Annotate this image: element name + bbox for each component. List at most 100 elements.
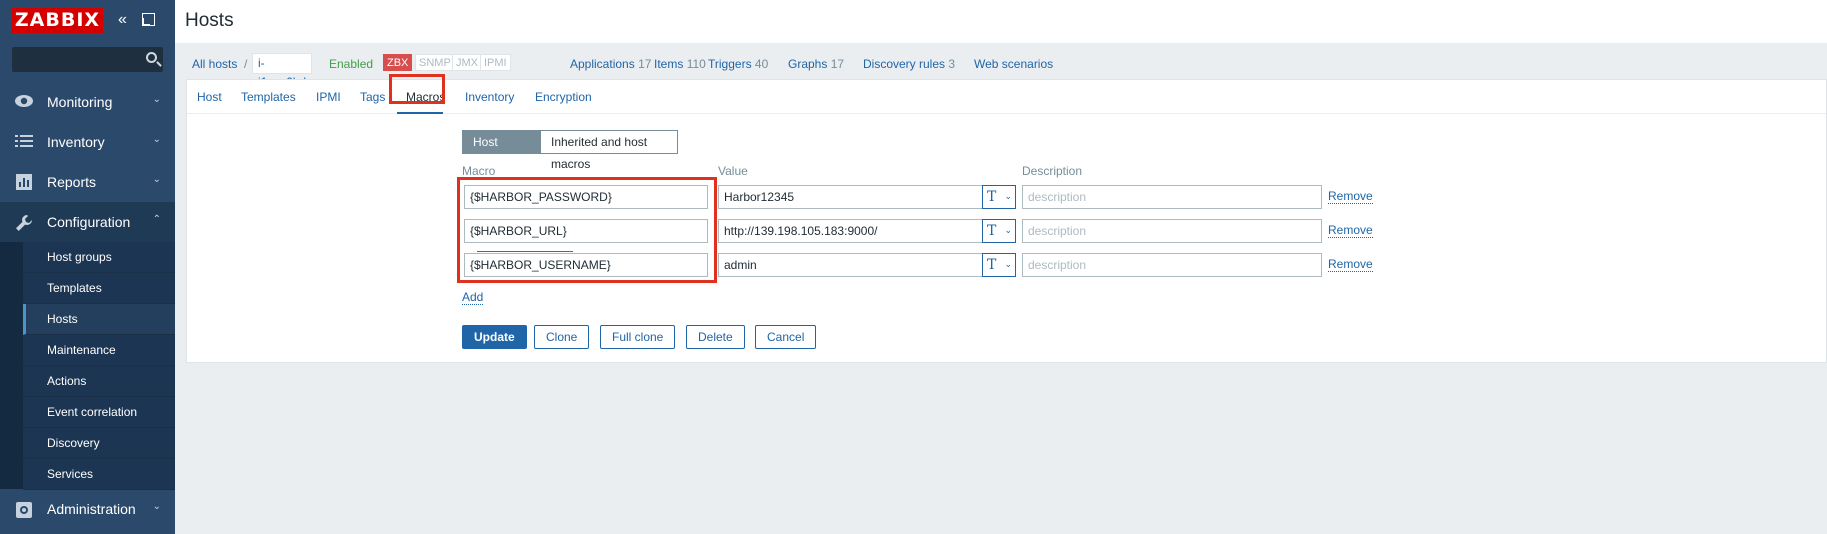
items-count: 110 <box>686 57 706 71</box>
update-button[interactable]: Update <box>462 325 527 349</box>
applications-label: Applications <box>570 57 635 71</box>
breadcrumb-separator: / <box>244 57 248 71</box>
macro-value-field[interactable]: admin <box>718 253 983 277</box>
menu-monitoring[interactable]: Monitoring ⌄ <box>0 82 175 122</box>
active-tab-indicator <box>397 112 443 114</box>
value-type-button[interactable]: T ⌄ <box>982 219 1016 243</box>
macros-tab-highlight <box>389 74 445 104</box>
menu-inventory-label: Inventory <box>47 134 105 150</box>
host-status[interactable]: Enabled <box>329 57 373 71</box>
column-value: Value <box>718 164 748 178</box>
host-macros-toggle[interactable]: Host macros <box>462 130 541 171</box>
sidebar-header: ZABBIX « <box>0 0 175 42</box>
menu-administration-label: Administration <box>47 501 136 517</box>
remove-macro-link[interactable]: Remove <box>1328 223 1373 238</box>
add-macro-link[interactable]: Add <box>462 290 484 305</box>
graphs-link[interactable]: Graphs 17 <box>788 57 844 71</box>
applications-count: 17 <box>638 57 652 71</box>
chevron-up-icon: ⌃ <box>152 214 161 225</box>
tab-host[interactable]: Host <box>197 90 222 104</box>
collapse-sidebar-icon[interactable]: « <box>118 12 127 28</box>
tab-ipmi[interactable]: IPMI <box>316 90 341 104</box>
chart-icon <box>14 174 34 190</box>
tab-inventory[interactable]: Inventory <box>465 90 514 104</box>
submenu-rail <box>0 242 23 489</box>
macros-highlight-box <box>457 177 717 283</box>
submenu-hosts[interactable]: Hosts <box>23 304 175 335</box>
tab-tags[interactable]: Tags <box>360 90 385 104</box>
menu-inventory[interactable]: Inventory ⌄ <box>0 122 175 162</box>
availability-zbx: ZBX <box>383 54 413 71</box>
inherited-macros-toggle[interactable]: Inherited and host macros <box>540 130 678 171</box>
availability-ipmi: IPMI <box>480 54 511 71</box>
triggers-label: Triggers <box>708 57 752 71</box>
macro-description-field[interactable]: description <box>1022 253 1322 277</box>
search-input[interactable] <box>12 47 163 72</box>
triggers-link[interactable]: Triggers 40 <box>708 57 768 71</box>
column-description: Description <box>1022 164 1083 178</box>
wrench-icon <box>14 214 34 231</box>
chevron-down-icon: ⌄ <box>152 94 161 105</box>
value-type-button[interactable]: T ⌄ <box>982 185 1016 209</box>
menu-configuration[interactable]: Configuration ⌃ <box>0 202 175 242</box>
current-host-link[interactable]: i-j1zzg6bd <box>252 53 313 89</box>
eye-icon <box>14 94 34 110</box>
gear-icon <box>14 501 34 518</box>
tab-encryption[interactable]: Encryption <box>535 90 592 104</box>
all-hosts-link[interactable]: All hosts <box>192 57 237 71</box>
menu-configuration-label: Configuration <box>47 214 131 230</box>
macro-description-field[interactable]: description <box>1022 219 1322 243</box>
submenu-templates[interactable]: Templates <box>23 273 175 304</box>
web-scenarios-link[interactable]: Web scenarios <box>974 57 1053 71</box>
page-title: Hosts <box>185 10 234 31</box>
macro-value-field[interactable]: Harbor12345 <box>718 185 983 209</box>
full-clone-button[interactable]: Full clone <box>600 325 676 349</box>
chevron-down-icon: ⌄ <box>1004 260 1012 270</box>
menu-reports-label: Reports <box>47 174 97 190</box>
clone-button[interactable]: Clone <box>534 325 590 349</box>
column-macro: Macro <box>462 164 496 178</box>
menu-monitoring-label: Monitoring <box>47 94 113 110</box>
annotation-underline <box>477 251 573 252</box>
chevron-down-icon: ⌄ <box>152 134 161 145</box>
sidebar: ZABBIX « Monitoring ⌄ Inventory ⌄ Report… <box>0 0 175 534</box>
host-form: Host Templates IPMI Tags Macros Inventor… <box>186 74 1827 363</box>
cancel-button[interactable]: Cancel <box>755 325 817 349</box>
remove-macro-link[interactable]: Remove <box>1328 189 1373 204</box>
items-link[interactable]: Items 110 <box>654 57 706 71</box>
menu-administration[interactable]: Administration ⌄ <box>0 489 175 529</box>
applications-link[interactable]: Applications 17 <box>570 57 651 71</box>
zabbix-logo[interactable]: ZABBIX <box>12 8 103 33</box>
text-type-icon: T <box>987 257 997 273</box>
page-header: Hosts <box>175 0 1827 43</box>
kiosk-mode-icon[interactable] <box>142 13 155 26</box>
text-type-icon: T <box>987 223 997 239</box>
graphs-count: 17 <box>830 57 845 71</box>
macro-value-field[interactable]: http://139.198.105.183:9000/ <box>718 219 983 243</box>
remove-macro-link[interactable]: Remove <box>1328 257 1373 272</box>
value-type-button[interactable]: T ⌄ <box>982 253 1016 277</box>
text-type-icon: T <box>987 189 997 205</box>
discovery-rules-label: Discovery rules <box>863 57 946 71</box>
submenu-services[interactable]: Services <box>23 459 175 490</box>
chevron-down-icon: ⌄ <box>152 174 161 185</box>
menu-reports[interactable]: Reports ⌄ <box>0 162 175 202</box>
submenu-host-groups[interactable]: Host groups <box>23 242 175 273</box>
graphs-label: Graphs <box>788 57 828 71</box>
submenu-maintenance[interactable]: Maintenance <box>23 335 175 366</box>
submenu-actions[interactable]: Actions <box>23 366 175 397</box>
list-icon <box>14 134 34 150</box>
triggers-count: 40 <box>754 57 769 71</box>
availability-jmx: JMX <box>452 54 482 71</box>
chevron-down-icon: ⌄ <box>1004 226 1012 236</box>
macro-description-field[interactable]: description <box>1022 185 1322 209</box>
discovery-rules-link[interactable]: Discovery rules 3 <box>863 57 955 71</box>
web-scenarios-label: Web scenarios <box>974 57 1054 71</box>
delete-button[interactable]: Delete <box>686 325 745 349</box>
submenu-discovery[interactable]: Discovery <box>23 428 175 459</box>
search-icon[interactable] <box>146 52 157 63</box>
submenu-event-correlation[interactable]: Event correlation <box>23 397 175 428</box>
tab-templates[interactable]: Templates <box>241 90 296 104</box>
chevron-down-icon: ⌄ <box>152 501 161 512</box>
chevron-down-icon: ⌄ <box>1004 192 1012 202</box>
